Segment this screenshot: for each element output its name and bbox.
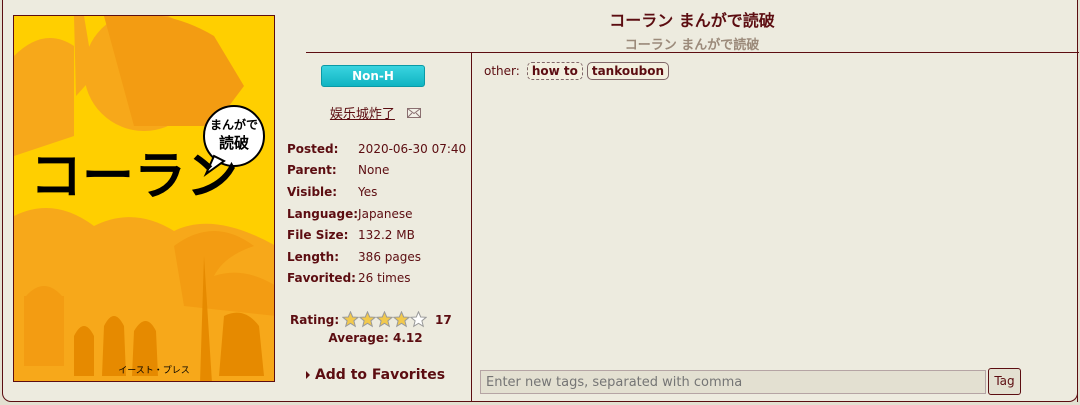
metadata-key: Visible: — [287, 184, 338, 199]
cover-publisher: イースト・プレス — [118, 365, 190, 376]
triangle-right-icon — [305, 371, 310, 379]
metadata-key: Posted: — [287, 141, 339, 156]
metadata-row: Posted: 2020-06-30 07:40 — [287, 138, 466, 160]
cover-title: コーラン — [30, 147, 238, 207]
metadata-column: Non-H 娱乐城炸了 Posted: 2020-06-30 07:40 Paren… — [279, 53, 472, 402]
metadata-value: 386 pages — [358, 249, 421, 264]
metadata-value: Japanese — [358, 206, 413, 221]
uploader-row: 娱乐城炸了 — [279, 103, 472, 122]
cover-image[interactable]: まんがで 読破 コーラン イースト・プレス — [13, 15, 275, 382]
mail-icon[interactable] — [407, 107, 422, 122]
tag-area-divider — [1077, 57, 1078, 402]
metadata-table: Posted: 2020-06-30 07:40 Parent: None Visibl… — [287, 138, 466, 289]
rating-label: Rating: — [290, 313, 340, 327]
rating-stars[interactable] — [342, 311, 427, 328]
tag-tankoubon[interactable]: tankoubon — [586, 62, 670, 80]
tag-namespace: other: — [484, 64, 520, 78]
star-empty-icon[interactable] — [410, 311, 427, 328]
new-tag-input[interactable] — [480, 370, 986, 394]
star-filled-icon[interactable] — [342, 311, 359, 328]
star-filled-icon[interactable] — [376, 311, 393, 328]
metadata-row: Language: Japanese — [287, 203, 466, 225]
uploader-link[interactable]: 娱乐城炸了 — [330, 107, 395, 122]
metadata-row: Parent: None — [287, 160, 466, 182]
metadata-row: Visible: Yes — [287, 181, 466, 203]
rating-average: Average: 4.12 — [328, 331, 423, 345]
cover-art: まんがで 読破 コーラン イースト・プレス — [14, 16, 274, 381]
rating-count: 17 — [435, 313, 452, 327]
gallery-title-japanese: コーラン まんがで読破 — [624, 38, 760, 53]
star-filled-icon[interactable] — [359, 311, 376, 328]
metadata-value: Yes — [358, 184, 378, 199]
metadata-value: 2020-06-30 07:40 — [358, 141, 467, 156]
metadata-row: File Size: 132.2 MB — [287, 224, 466, 246]
star-filled-icon[interactable] — [393, 311, 410, 328]
metadata-key: File Size: — [287, 228, 349, 243]
metadata-key: Length: — [287, 249, 339, 264]
metadata-value: 132.2 MB — [358, 228, 415, 243]
metadata-key: Favorited: — [287, 271, 356, 286]
metadata-key: Parent: — [287, 163, 337, 178]
metadata-row: Length: 386 pages — [287, 246, 466, 268]
category-button[interactable]: Non-H — [321, 65, 425, 87]
add-to-favorites-label: Add to Favorites — [314, 367, 446, 383]
cover-badge-line1: まんがで — [210, 117, 258, 132]
metadata-value: 26 times — [358, 271, 411, 286]
metadata-key: Language: — [287, 206, 359, 221]
gallery-panel: まんがで 読破 コーラン イースト・プレス コーラン まんがで読破 コーラン ま… — [2, 0, 1079, 402]
tag-submit-button[interactable]: Tag — [988, 368, 1021, 395]
metadata-row: Favorited: 26 times — [287, 268, 466, 290]
gallery-title: コーラン まんがで読破 — [609, 11, 775, 30]
add-to-favorites-link[interactable]: Add to Favorites — [279, 367, 472, 383]
tag-list: other: how to tankoubon — [484, 62, 673, 80]
tag-how-to[interactable]: how to — [526, 62, 583, 80]
metadata-value: None — [358, 163, 390, 178]
